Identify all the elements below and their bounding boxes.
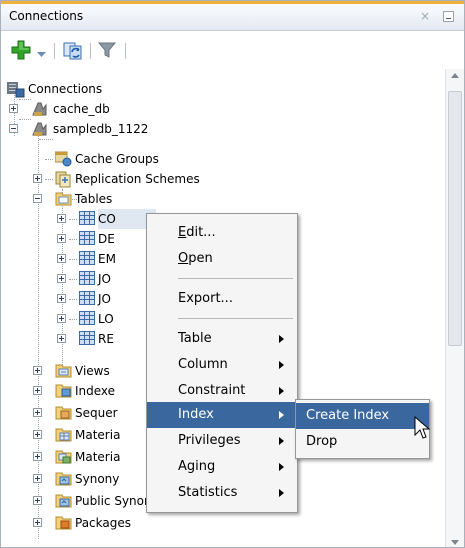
menu-separator	[178, 278, 293, 279]
menu-separator	[178, 318, 293, 319]
menu-item-index[interactable]: Index	[147, 402, 297, 428]
packages-icon	[55, 515, 72, 536]
folder-icon	[55, 191, 72, 212]
toolbar-separator	[54, 43, 55, 59]
materialized-view-logs-icon	[55, 449, 72, 470]
expand-icon[interactable]	[33, 452, 42, 461]
connections-icon	[7, 81, 25, 104]
scroll-up-arrow-icon[interactable]	[451, 73, 459, 78]
table-icon	[79, 251, 95, 271]
views-icon	[55, 363, 72, 384]
scroll-down-arrow-icon[interactable]	[451, 540, 459, 545]
index-submenu: Create Index Drop	[295, 399, 430, 459]
menu-item-statistics[interactable]: Statistics	[147, 480, 297, 506]
submenu-arrow-icon	[279, 335, 284, 343]
expand-icon[interactable]	[33, 366, 42, 375]
submenu-arrow-icon	[279, 437, 284, 445]
menu-item-export[interactable]: Export...	[147, 286, 297, 312]
database-icon	[32, 121, 49, 144]
filter-icon[interactable]	[97, 41, 117, 62]
table-icon	[79, 211, 95, 231]
dropdown-icon[interactable]	[37, 47, 46, 61]
public-synonyms-icon	[55, 493, 72, 514]
table-icon	[79, 311, 95, 331]
expand-icon[interactable]	[57, 254, 66, 263]
mouse-pointer-icon	[414, 415, 431, 443]
expand-icon[interactable]	[9, 104, 18, 113]
menu-item-table[interactable]: Table	[147, 326, 297, 352]
expand-icon[interactable]	[57, 214, 66, 223]
context-menu: Edit... Open Export... Table Column Cons…	[146, 213, 298, 513]
collapse-icon[interactable]	[33, 194, 42, 203]
toolbar	[1, 31, 464, 69]
menu-item-privileges[interactable]: Privileges	[147, 428, 297, 454]
scrollbar-thumb[interactable]	[448, 91, 462, 346]
expand-icon[interactable]	[33, 518, 42, 527]
submenu-arrow-icon	[279, 387, 284, 395]
cache-groups-icon	[54, 151, 72, 173]
expand-icon[interactable]	[57, 294, 66, 303]
synonyms-icon	[55, 471, 72, 492]
menu-item-column[interactable]: Column	[147, 352, 297, 378]
materialized-views-icon	[55, 427, 72, 448]
table-icon	[79, 231, 95, 251]
table-icon	[79, 331, 95, 351]
menu-item-open[interactable]: Open	[147, 246, 297, 272]
submenu-arrow-icon	[279, 411, 284, 419]
menu-item-drop[interactable]: Drop	[296, 429, 429, 455]
connections-panel: Connections × Connections cache_db sampl…	[0, 0, 465, 548]
menu-item-aging[interactable]: Aging	[147, 454, 297, 480]
expand-icon[interactable]	[33, 408, 42, 417]
menu-item-create-index[interactable]: Create Index	[296, 403, 429, 429]
collapse-icon[interactable]	[9, 124, 18, 133]
toolbar-separator	[90, 43, 91, 59]
minimize-panel-button[interactable]	[443, 11, 454, 22]
panel-title-bar: Connections ×	[1, 1, 464, 31]
close-panel-button[interactable]: ×	[420, 9, 430, 23]
expand-icon[interactable]	[33, 474, 42, 483]
vertical-scrollbar[interactable]	[445, 69, 464, 547]
expand-icon[interactable]	[33, 496, 42, 505]
menu-item-constraint[interactable]: Constraint	[147, 378, 297, 404]
expand-icon[interactable]	[57, 334, 66, 343]
submenu-arrow-icon	[279, 489, 284, 497]
refresh-icon[interactable]	[63, 40, 83, 63]
expand-icon[interactable]	[57, 314, 66, 323]
menu-item-edit[interactable]: Edit...	[147, 220, 297, 246]
add-connection-icon[interactable]	[11, 40, 31, 63]
submenu-arrow-icon	[279, 361, 284, 369]
submenu-arrow-icon	[279, 463, 284, 471]
table-icon	[79, 291, 95, 311]
sequences-icon	[55, 405, 72, 426]
panel-title: Connections	[9, 9, 84, 23]
toolbar-separator	[125, 43, 126, 59]
expand-icon[interactable]	[57, 234, 66, 243]
expand-icon[interactable]	[57, 274, 66, 283]
expand-icon[interactable]	[33, 386, 42, 395]
expand-icon[interactable]	[33, 174, 42, 183]
table-icon	[79, 271, 95, 291]
indexes-icon	[55, 383, 72, 404]
expand-icon[interactable]	[33, 430, 42, 439]
